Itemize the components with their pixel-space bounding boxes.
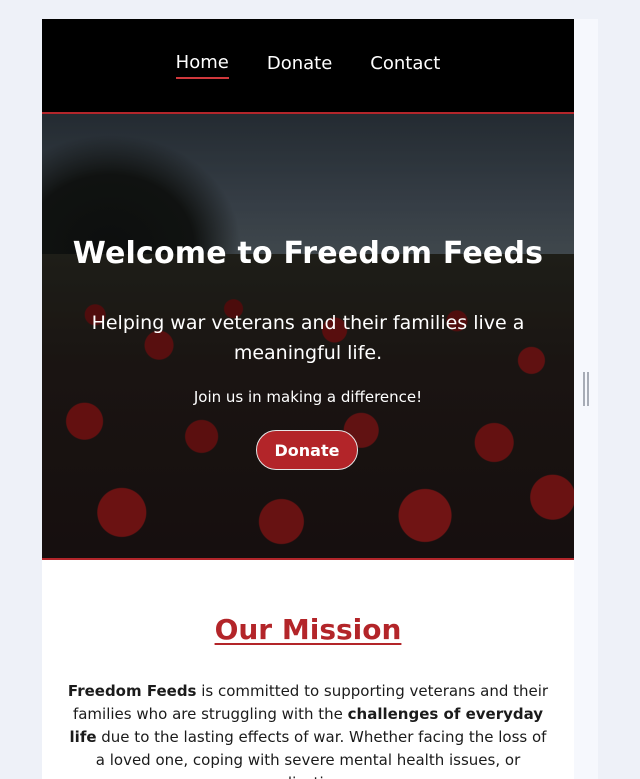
nav-link-contact[interactable]: Contact: [370, 53, 440, 78]
nav-link-donate[interactable]: Donate: [267, 53, 332, 78]
mission-section: Our Mission Freedom Feeds is committed t…: [42, 560, 574, 779]
hero-section: Welcome to Freedom Feeds Helping war vet…: [42, 114, 574, 560]
mission-text: Freedom Feeds is committed to supporting…: [66, 680, 550, 779]
mission-text-part-2: due to the lasting effects of war. Wheth…: [95, 728, 547, 779]
hero-cta-text: Join us in making a difference!: [193, 388, 423, 406]
donate-button[interactable]: Donate: [256, 430, 358, 470]
page-frame: Home Donate Contact Welcome to Freedom F…: [42, 19, 574, 779]
main-nav: Home Donate Contact: [42, 19, 574, 114]
resize-handle-icon[interactable]: [582, 372, 590, 406]
hero-title: Welcome to Freedom Feeds: [72, 236, 544, 271]
nav-link-home[interactable]: Home: [175, 52, 229, 79]
mission-title: Our Mission: [214, 613, 402, 646]
hero-subtitle: Helping war veterans and their families …: [91, 312, 525, 364]
org-name: Freedom Feeds: [67, 682, 197, 700]
